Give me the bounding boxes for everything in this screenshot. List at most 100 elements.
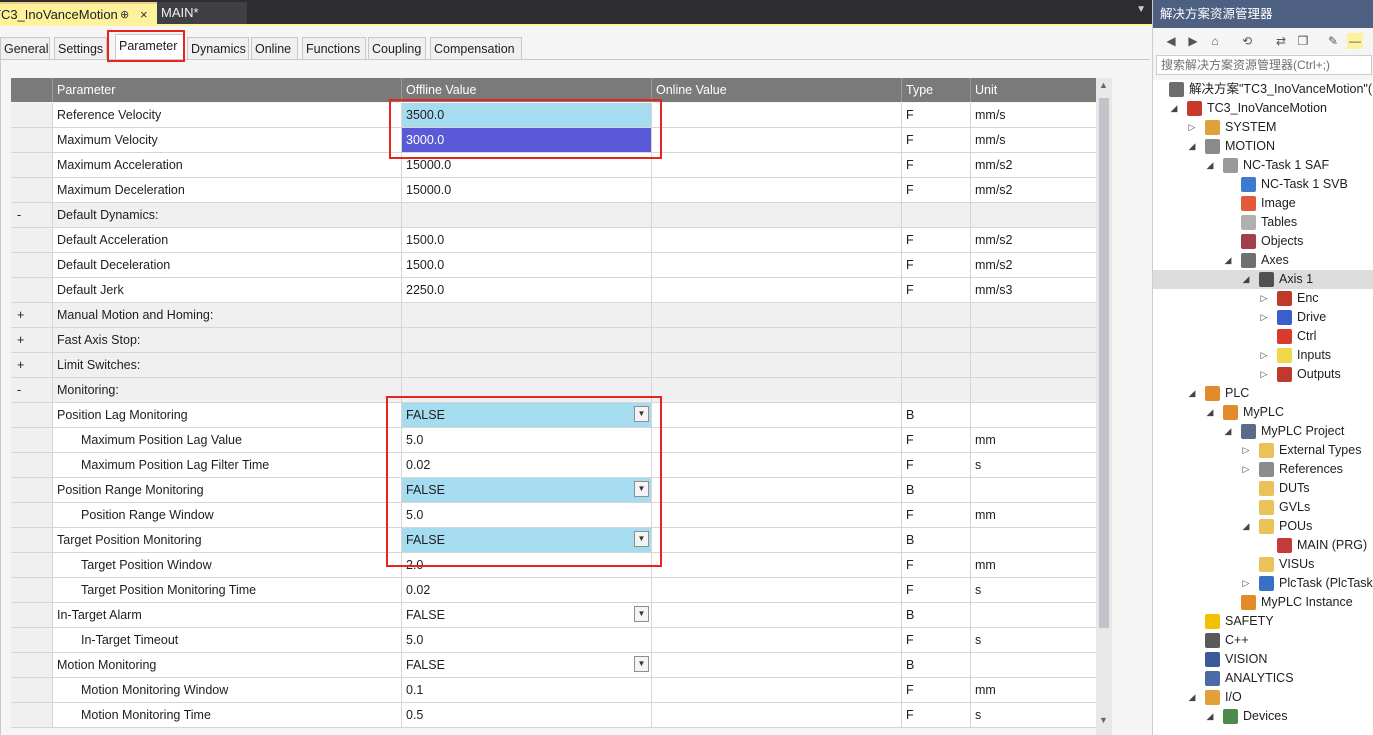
grid-row[interactable]: Maximum Position Lag Filter Time 0.02 Fs bbox=[11, 453, 1096, 478]
grid-row[interactable]: Motion Monitoring Time 0.5 Fs bbox=[11, 703, 1096, 728]
tree-node-analytics[interactable]: ANALYTICS bbox=[1153, 669, 1373, 688]
tab-dynamics[interactable]: Dynamics bbox=[187, 37, 249, 60]
grid-header-offline-value[interactable]: Offline Value bbox=[402, 78, 652, 102]
value-dropdown-icon[interactable]: ▼ bbox=[634, 406, 649, 422]
offline-value-cell[interactable]: FALSE ▼ bbox=[402, 653, 652, 677]
offline-value-cell[interactable]: FALSE ▼ bbox=[402, 478, 652, 502]
expand-arrow-icon[interactable]: ▷ bbox=[1241, 441, 1251, 460]
grid-row[interactable]: In-Target Timeout 5.0 Fs bbox=[11, 628, 1096, 653]
collapse-arrow-icon[interactable]: ◢ bbox=[1187, 384, 1197, 403]
expand-arrow-icon[interactable]: ▷ bbox=[1259, 365, 1269, 384]
tab-settings[interactable]: Settings bbox=[54, 37, 107, 60]
offline-value-cell[interactable]: 1500.0 bbox=[402, 228, 652, 252]
offline-value-cell[interactable]: 0.5 bbox=[402, 703, 652, 727]
tree-node-devices[interactable]: ◢ Devices bbox=[1153, 707, 1373, 726]
grid-row[interactable]: Maximum Position Lag Value 5.0 Fmm bbox=[11, 428, 1096, 453]
grid-header-type[interactable]: Type bbox=[902, 78, 971, 102]
tree-node-safety[interactable]: SAFETY bbox=[1153, 612, 1373, 631]
expand-toggle-icon[interactable]: - bbox=[11, 203, 53, 227]
offline-value-cell[interactable]: 0.1 bbox=[402, 678, 652, 702]
tree-node-duts[interactable]: DUTs bbox=[1153, 479, 1373, 498]
collapse-arrow-icon[interactable]: ◢ bbox=[1241, 270, 1251, 289]
collapse-arrow-icon[interactable]: ◢ bbox=[1169, 99, 1179, 118]
grid-row[interactable]: Position Range Monitoring FALSE ▼ B bbox=[11, 478, 1096, 503]
offline-value-cell[interactable]: 3000.0 bbox=[402, 128, 652, 152]
collapse-all-icon[interactable]: ❐ bbox=[1295, 33, 1311, 49]
grid-row[interactable]: Default Deceleration 1500.0 Fmm/s2 bbox=[11, 253, 1096, 278]
tree-node-plctask-plctask[interactable]: ▷ PlcTask (PlcTask bbox=[1153, 574, 1373, 593]
pin-icon[interactable]: — bbox=[1347, 33, 1363, 49]
grid-section-row[interactable]: + Limit Switches: bbox=[11, 353, 1096, 378]
tree-node-ctrl[interactable]: Ctrl bbox=[1153, 327, 1373, 346]
tree-node-visus[interactable]: VISUs bbox=[1153, 555, 1373, 574]
expand-toggle-icon[interactable]: + bbox=[11, 353, 53, 377]
tree-node-system[interactable]: ▷ SYSTEM bbox=[1153, 118, 1373, 137]
tab-list-dropdown-icon[interactable]: ▼ bbox=[1136, 4, 1146, 15]
grid-row[interactable]: Target Position Monitoring Time 0.02 Fs bbox=[11, 578, 1096, 603]
offline-value-cell[interactable]: 1500.0 bbox=[402, 253, 652, 277]
offline-value-cell[interactable]: 0.02 bbox=[402, 453, 652, 477]
value-dropdown-icon[interactable]: ▼ bbox=[634, 531, 649, 547]
expand-arrow-icon[interactable]: ▷ bbox=[1259, 308, 1269, 327]
value-dropdown-icon[interactable]: ▼ bbox=[634, 606, 649, 622]
offline-value-cell[interactable]: FALSE ▼ bbox=[402, 403, 652, 427]
tree-node-gvls[interactable]: GVLs bbox=[1153, 498, 1373, 517]
tree-node-objects[interactable]: Objects bbox=[1153, 232, 1373, 251]
expand-arrow-icon[interactable]: ▷ bbox=[1241, 574, 1251, 593]
offline-value-cell[interactable]: FALSE ▼ bbox=[402, 603, 652, 627]
grid-row[interactable]: Target Position Window 2.0 Fmm bbox=[11, 553, 1096, 578]
solution-search-input[interactable]: 搜索解决方案资源管理器(Ctrl+;) bbox=[1156, 55, 1372, 75]
tree-node-tc3-inovancemotion[interactable]: ◢ TC3_InoVanceMotion bbox=[1153, 99, 1373, 118]
offline-value-cell[interactable]: 15000.0 bbox=[402, 178, 652, 202]
tree-node-outputs[interactable]: ▷ Outputs bbox=[1153, 365, 1373, 384]
grid-section-row[interactable]: + Manual Motion and Homing: bbox=[11, 303, 1096, 328]
tab-functions[interactable]: Functions bbox=[302, 37, 366, 60]
tree-node-inputs[interactable]: ▷ Inputs bbox=[1153, 346, 1373, 365]
offline-value-cell[interactable]: 5.0 bbox=[402, 503, 652, 527]
offline-value-cell[interactable]: 3500.0 bbox=[402, 103, 652, 127]
grid-row[interactable]: Position Range Window 5.0 Fmm bbox=[11, 503, 1096, 528]
grid-row[interactable]: Maximum Deceleration 15000.0 Fmm/s2 bbox=[11, 178, 1096, 203]
value-dropdown-icon[interactable]: ▼ bbox=[634, 481, 649, 497]
collapse-arrow-icon[interactable]: ◢ bbox=[1241, 517, 1251, 536]
tree-node-external-types[interactable]: ▷ External Types bbox=[1153, 441, 1373, 460]
collapse-arrow-icon[interactable]: ◢ bbox=[1187, 137, 1197, 156]
close-icon[interactable]: × bbox=[140, 4, 148, 26]
grid-row[interactable]: Maximum Velocity 3000.0 Fmm/s bbox=[11, 128, 1096, 153]
tab-parameter[interactable]: Parameter bbox=[115, 34, 185, 60]
tree-node-myplc[interactable]: ◢ MyPLC bbox=[1153, 403, 1373, 422]
grid-header-unit[interactable]: Unit bbox=[971, 78, 1096, 102]
tab-online[interactable]: Online bbox=[251, 37, 298, 60]
grid-row[interactable]: In-Target Alarm FALSE ▼ B bbox=[11, 603, 1096, 628]
scrollbar-thumb[interactable] bbox=[1099, 98, 1109, 628]
tab-general[interactable]: General bbox=[0, 37, 50, 60]
value-dropdown-icon[interactable]: ▼ bbox=[634, 656, 649, 672]
tree-node-myplc-instance[interactable]: MyPLC Instance bbox=[1153, 593, 1373, 612]
offline-value-cell[interactable]: 5.0 bbox=[402, 428, 652, 452]
document-tab-main[interactable]: MAIN* bbox=[157, 2, 247, 24]
expand-arrow-icon[interactable]: ▷ bbox=[1259, 346, 1269, 365]
collapse-arrow-icon[interactable]: ◢ bbox=[1223, 422, 1233, 441]
properties-icon[interactable]: ✎ bbox=[1325, 33, 1341, 49]
grid-header-parameter[interactable]: Parameter bbox=[53, 78, 402, 102]
offline-value-cell[interactable]: 2250.0 bbox=[402, 278, 652, 302]
tree-node-c[interactable]: C++ bbox=[1153, 631, 1373, 650]
expand-arrow-icon[interactable]: ▷ bbox=[1259, 289, 1269, 308]
grid-section-row[interactable]: - Monitoring: bbox=[11, 378, 1096, 403]
tree-node-axis-1[interactable]: ◢ Axis 1 bbox=[1153, 270, 1373, 289]
home-icon[interactable]: ⌂ bbox=[1207, 33, 1223, 49]
grid-row[interactable]: Position Lag Monitoring FALSE ▼ B bbox=[11, 403, 1096, 428]
grid-row[interactable]: Default Jerk 2250.0 Fmm/s3 bbox=[11, 278, 1096, 303]
tree-node-nc-task-1-saf[interactable]: ◢ NC-Task 1 SAF bbox=[1153, 156, 1373, 175]
collapse-arrow-icon[interactable]: ◢ bbox=[1223, 251, 1233, 270]
tree-node-references[interactable]: ▷ References bbox=[1153, 460, 1373, 479]
grid-row[interactable]: Motion Monitoring FALSE ▼ B bbox=[11, 653, 1096, 678]
tree-node-enc[interactable]: ▷ Enc bbox=[1153, 289, 1373, 308]
grid-row[interactable]: Maximum Acceleration 15000.0 Fmm/s2 bbox=[11, 153, 1096, 178]
sync-icon[interactable]: ⇄ bbox=[1273, 33, 1289, 49]
tree-node-nc-task-1-svb[interactable]: NC-Task 1 SVB bbox=[1153, 175, 1373, 194]
tree-node-i-o[interactable]: ◢ I/O bbox=[1153, 688, 1373, 707]
history-icon[interactable]: ⟲ bbox=[1239, 33, 1255, 49]
expand-toggle-icon[interactable]: - bbox=[11, 378, 53, 402]
collapse-arrow-icon[interactable]: ◢ bbox=[1205, 707, 1215, 726]
